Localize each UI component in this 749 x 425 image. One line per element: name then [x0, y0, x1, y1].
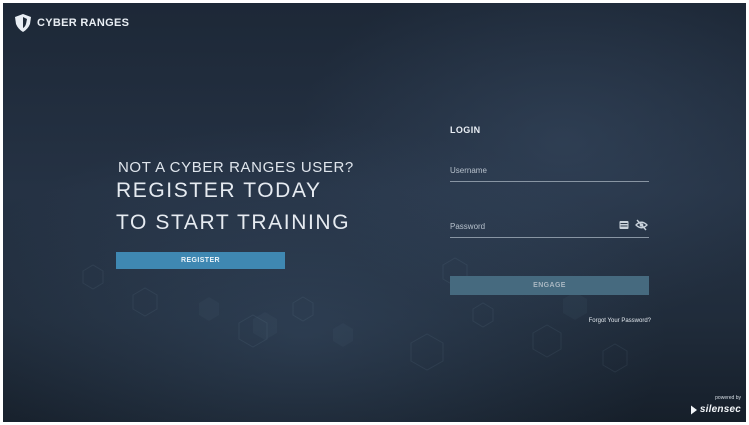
promo-question: NOT A CYBER RANGES USER? — [118, 159, 354, 176]
promo-headline-2: TO START TRAINING — [116, 211, 351, 234]
silensec-logo[interactable]: silensec — [690, 404, 741, 415]
brand[interactable]: CYBER RANGES — [15, 13, 129, 33]
eye-slash-icon[interactable] — [635, 219, 648, 231]
cyber-ranges-shield-icon — [15, 14, 31, 32]
username-input[interactable] — [450, 160, 600, 181]
password-input[interactable] — [450, 216, 600, 237]
login-page: CYBER RANGES NOT A CYBER RANGES USER? RE… — [3, 3, 746, 422]
login-title: LOGIN — [450, 125, 481, 135]
silensec-name: silensec — [699, 404, 741, 415]
promo-headline-1: REGISTER TODAY — [116, 179, 322, 202]
hexagon-background-pattern — [82, 257, 628, 373]
engage-button[interactable]: ENGAGE — [450, 276, 649, 295]
password-field — [450, 216, 649, 238]
forgot-password-link[interactable]: Forgot Your Password? — [589, 318, 651, 324]
password-card-icon[interactable] — [619, 220, 629, 230]
powered-by-label: powered by — [715, 395, 741, 401]
brand-name: CYBER RANGES — [37, 17, 130, 29]
silensec-play-icon — [690, 405, 697, 414]
username-field — [450, 160, 649, 182]
register-button[interactable]: REGISTER — [116, 252, 285, 269]
